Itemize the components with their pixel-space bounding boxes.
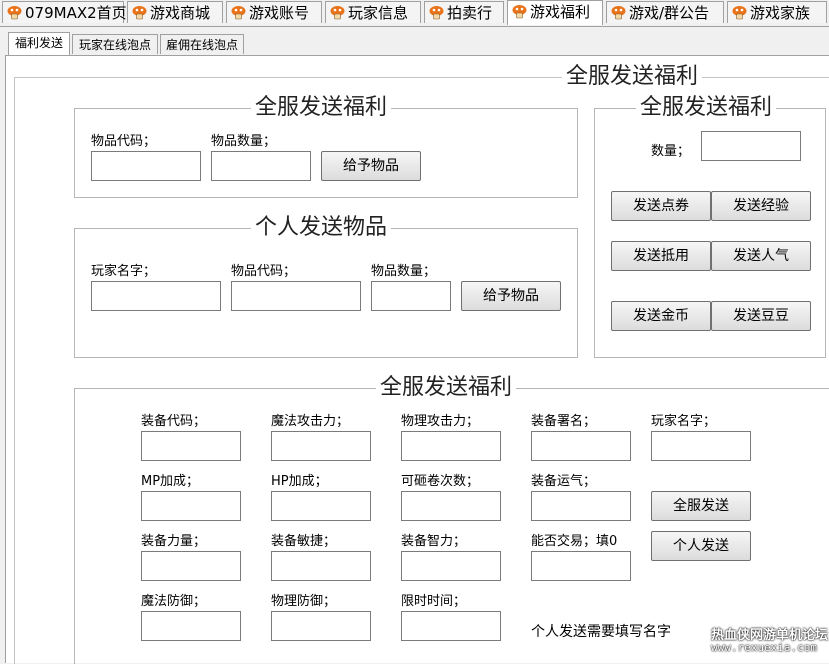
watermark-url: www.rexuexia.com	[711, 641, 817, 654]
tab-label: 079MAX2首页	[25, 4, 127, 22]
mushroom-icon	[429, 6, 444, 20]
tab-game-store[interactable]: 游戏商城	[127, 1, 223, 23]
magic-attack-input[interactable]	[271, 431, 371, 461]
tab-label: 游戏家族	[750, 4, 811, 22]
hp-bonus-input[interactable]	[271, 491, 371, 521]
equip-intelligence-label: 装备智力；	[401, 534, 467, 549]
quantity-label: 数量；	[651, 144, 691, 159]
mp-bonus-input[interactable]	[141, 491, 241, 521]
welfare-panel: 全服发送福利 全服发送福利 物品代码； 物品数量； 给予物品 个人发送物品 玩家…	[5, 55, 829, 664]
physical-attack-label: 物理攻击力；	[401, 414, 480, 429]
tab-game-family[interactable]: 游戏家族	[727, 1, 827, 23]
tab-label: 游戏商城	[150, 4, 211, 22]
mushroom-icon	[231, 6, 246, 20]
item-qty-input[interactable]	[211, 151, 311, 181]
upgrade-slots-label: 可砸卷次数；	[401, 474, 480, 489]
send-exp-button[interactable]: 发送经验	[711, 191, 811, 221]
tab-auction[interactable]: 拍卖行	[424, 1, 504, 23]
magic-attack-label: 魔法攻击力；	[271, 414, 350, 429]
tab-game-welfare[interactable]: 游戏福利	[507, 0, 603, 25]
tab-player-info[interactable]: 玩家信息	[325, 1, 421, 23]
server-item-group-title: 全服发送福利	[251, 95, 392, 121]
mp-bonus-label: MP加成；	[141, 474, 200, 489]
send-fame-button[interactable]: 发送人气	[711, 241, 811, 271]
send-voucher-button[interactable]: 发送抵用	[611, 241, 711, 271]
all-send-button[interactable]: 全服发送	[651, 491, 751, 521]
give-item-button[interactable]: 给予物品	[321, 151, 421, 181]
currency-group-title: 全服发送福利	[636, 95, 777, 121]
equip-strength-label: 装备力量；	[141, 534, 207, 549]
equip-player-name-input[interactable]	[651, 431, 751, 461]
send-gold-button[interactable]: 发送金币	[611, 301, 711, 331]
personal-item-group-title: 个人发送物品	[251, 215, 392, 241]
equip-player-name-label: 玩家名字；	[651, 414, 717, 429]
equip-signature-label: 装备署名；	[531, 414, 597, 429]
personal-item-code-label: 物品代码；	[231, 264, 297, 279]
personal-give-item-button[interactable]: 给予物品	[461, 281, 561, 311]
mushroom-icon	[732, 6, 747, 20]
tab-label: 游戏/群公告	[629, 4, 710, 22]
item-qty-label: 物品数量；	[211, 134, 277, 149]
equip-code-input[interactable]	[141, 431, 241, 461]
mushroom-icon	[611, 6, 626, 20]
equip-signature-input[interactable]	[531, 431, 631, 461]
sub-tab-bar: 福利发送 玩家在线泡点 雇佣在线泡点	[0, 26, 829, 56]
tab-label: 游戏福利	[530, 3, 591, 21]
equip-dexterity-input[interactable]	[271, 551, 371, 581]
physical-defense-input[interactable]	[271, 611, 371, 641]
subtab-welfare-send[interactable]: 福利发送	[8, 32, 70, 55]
magic-defense-label: 魔法防御；	[141, 594, 207, 609]
mushroom-icon	[512, 5, 527, 19]
item-code-label: 物品代码；	[91, 134, 157, 149]
tab-label: 游戏账号	[249, 4, 310, 22]
tradeable-input[interactable]	[531, 551, 631, 581]
time-limit-label: 限时时间；	[401, 594, 467, 609]
tradeable-label: 能否交易；填0	[531, 534, 618, 549]
equip-luck-input[interactable]	[531, 491, 631, 521]
quantity-input[interactable]	[701, 131, 801, 161]
tab-label: 玩家信息	[348, 4, 409, 22]
subtab-hired-online-idle[interactable]: 雇佣在线泡点	[160, 34, 244, 54]
outer-group-title: 全服发送福利	[562, 64, 703, 90]
player-name-label: 玩家名字；	[91, 264, 157, 279]
tab-label: 拍卖行	[447, 4, 493, 22]
send-beans-button[interactable]: 发送豆豆	[711, 301, 811, 331]
physical-attack-input[interactable]	[401, 431, 501, 461]
tab-game-account[interactable]: 游戏账号	[226, 1, 322, 23]
upgrade-slots-input[interactable]	[401, 491, 501, 521]
magic-defense-input[interactable]	[141, 611, 241, 641]
hp-bonus-label: HP加成；	[271, 474, 328, 489]
send-coupon-button[interactable]: 发送点券	[611, 191, 711, 221]
equip-dexterity-label: 装备敏捷；	[271, 534, 337, 549]
personal-item-qty-label: 物品数量；	[371, 264, 437, 279]
item-code-input[interactable]	[91, 151, 201, 181]
mushroom-icon	[132, 6, 147, 20]
tab-home[interactable]: 079MAX2首页	[2, 1, 127, 23]
top-tab-bar: 079MAX2首页 游戏商城 游戏账号 玩家信息 拍卖行 游戏福利 游戏/群公告…	[0, 0, 829, 27]
equip-code-label: 装备代码；	[141, 414, 207, 429]
tab-announcements[interactable]: 游戏/群公告	[606, 1, 724, 23]
physical-defense-label: 物理防御；	[271, 594, 337, 609]
personal-send-note: 个人发送需要填写名字	[531, 624, 671, 640]
personal-send-button[interactable]: 个人发送	[651, 531, 751, 561]
equip-luck-label: 装备运气；	[531, 474, 597, 489]
equip-strength-input[interactable]	[141, 551, 241, 581]
equip-intelligence-input[interactable]	[401, 551, 501, 581]
subtab-player-online-idle[interactable]: 玩家在线泡点	[72, 34, 158, 54]
equipment-group-title: 全服发送福利	[376, 375, 517, 401]
mushroom-icon	[7, 6, 22, 20]
player-name-input[interactable]	[91, 281, 221, 311]
time-limit-input[interactable]	[401, 611, 501, 641]
mushroom-icon	[330, 6, 345, 20]
personal-item-code-input[interactable]	[231, 281, 361, 311]
personal-item-qty-input[interactable]	[371, 281, 451, 311]
